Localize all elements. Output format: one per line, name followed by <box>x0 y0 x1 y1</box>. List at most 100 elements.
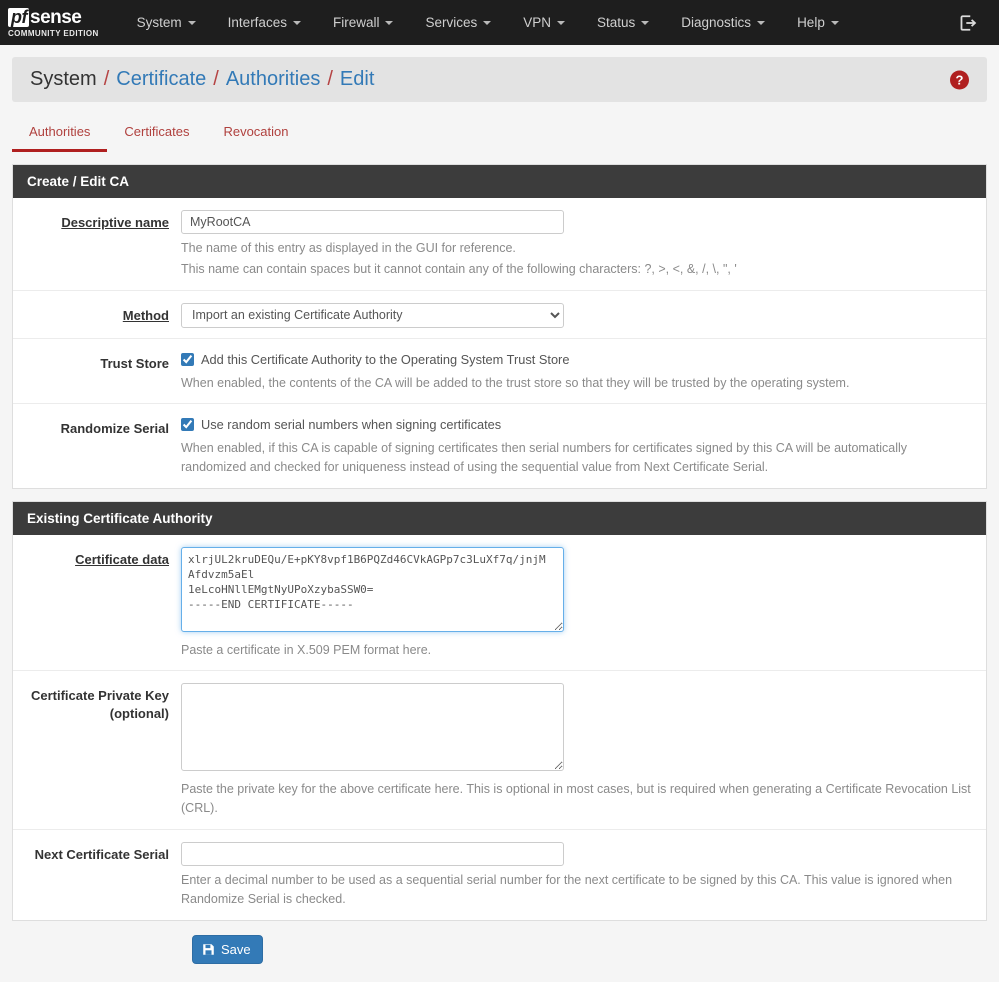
descriptive-name-input[interactable] <box>181 210 564 234</box>
descriptive-name-control: The name of this entry as displayed in t… <box>181 210 986 280</box>
field-row-trust-store: Trust Store Add this Certificate Authori… <box>13 339 986 405</box>
randomize-serial-checkbox-line: Use random serial numbers when signing c… <box>181 416 972 434</box>
field-row-certificate-data: Certificate data xlrjUL2kruDEQu/E+pKY8vp… <box>13 535 986 672</box>
logout-button[interactable] <box>959 0 977 45</box>
panel-create-edit-ca-body: Descriptive name The name of this entry … <box>13 198 986 488</box>
method-control: Import an existing Certificate Authority… <box>181 302 986 328</box>
nav-item-firewall-label: Firewall <box>332 15 380 30</box>
nav-item-diagnostics-label: Diagnostics <box>681 15 752 30</box>
next-serial-input[interactable] <box>181 841 564 866</box>
nav-item-help-label: Help <box>797 15 825 30</box>
certificate-data-label-text: Certificate data <box>75 551 169 567</box>
nav-item-vpn-label: VPN <box>523 15 551 30</box>
method-select[interactable]: Import an existing Certificate Authority… <box>181 302 564 328</box>
breadcrumb-wrapper: System / Certificate / Authorities / Edi… <box>0 45 999 102</box>
nav-item-system-label: System <box>136 15 182 30</box>
nav-item-services-label: Services <box>425 15 478 30</box>
nav-menu: System Interfaces Firewall Services VPN … <box>121 0 855 45</box>
breadcrumb: System / Certificate / Authorities / Edi… <box>12 57 987 102</box>
randomize-serial-control: Use random serial numbers when signing c… <box>181 416 986 478</box>
private-key-textarea[interactable] <box>181 683 564 772</box>
descriptive-name-help-line1: The name of this entry as displayed in t… <box>181 241 516 255</box>
help-icon[interactable]: ? <box>950 70 969 89</box>
save-icon <box>203 943 214 955</box>
private-key-help: Paste the private key for the above cert… <box>181 782 971 816</box>
descriptive-name-label-text: Descriptive name <box>61 215 169 230</box>
panel-create-edit-ca-heading: Create / Edit CA <box>13 165 986 198</box>
field-row-private-key: Certificate Private Key (optional) Paste… <box>13 671 986 830</box>
tab-authorities-label: Authorities <box>29 124 91 139</box>
randomize-serial-label: Randomize Serial <box>60 421 169 437</box>
chevron-down-icon <box>385 20 394 25</box>
nav-item-services[interactable]: Services <box>409 0 507 45</box>
nav-item-help[interactable]: Help <box>781 0 855 45</box>
randomize-serial-checkbox[interactable] <box>181 418 194 432</box>
trust-store-checkbox-label: Add this Certificate Authority to the Op… <box>201 351 570 367</box>
breadcrumb-separator: / <box>213 68 219 90</box>
descriptive-name-help-line2: This name can contain spaces but it cann… <box>181 262 737 277</box>
nav-item-vpn[interactable]: VPN <box>507 0 581 45</box>
nav-item-status[interactable]: Status <box>581 0 665 45</box>
save-button-label: Save <box>221 941 251 957</box>
nav-item-interfaces[interactable]: Interfaces <box>212 0 317 45</box>
randomize-serial-checkbox-label: Use random serial numbers when signing c… <box>201 417 502 433</box>
trust-store-label: Trust Store <box>100 355 169 371</box>
tab-bar: Authorities Certificates Revocation <box>0 116 999 152</box>
panel-create-edit-ca: Create / Edit CA Descriptive name The na… <box>12 164 987 489</box>
chevron-down-icon <box>292 20 301 25</box>
chevron-down-icon <box>483 20 492 25</box>
certificate-data-textarea[interactable]: xlrjUL2kruDEQu/E+pKY8vpf1B6PQZd46CVkAGPp… <box>181 546 564 632</box>
pfsense-logo[interactable]: pf sense COMMUNITY EDITION <box>8 6 99 38</box>
nav-item-status-label: Status <box>597 15 636 30</box>
breadcrumb-link-certificate[interactable]: Certificate <box>116 68 206 91</box>
brand-sense-text: sense <box>30 6 82 28</box>
method-label-text: Method <box>122 307 169 323</box>
chevron-down-icon <box>757 20 766 25</box>
next-serial-help: Enter a decimal number to be used as a s… <box>181 872 953 907</box>
brand-wordmark: pf sense <box>8 6 99 28</box>
method-label: Method <box>13 303 181 328</box>
main-content: Create / Edit CA Descriptive name The na… <box>0 164 999 982</box>
breadcrumb-root: System <box>30 68 97 90</box>
nav-item-system[interactable]: System <box>121 0 212 45</box>
nav-item-diagnostics[interactable]: Diagnostics <box>665 0 781 45</box>
form-actions: Save <box>12 921 987 982</box>
tab-revocation-label: Revocation <box>223 124 289 139</box>
private-key-label-line2: (optional) <box>109 705 169 721</box>
private-key-label: Certificate Private Key (optional) <box>13 683 181 819</box>
tab-certificates-label: Certificates <box>124 124 190 139</box>
tab-revocation[interactable]: Revocation <box>206 116 305 152</box>
field-row-next-serial: Next Certificate Serial Enter a decimal … <box>13 830 986 920</box>
certificate-data-help: Paste a certificate in X.509 PEM format … <box>181 642 432 657</box>
private-key-label-line1: Certificate Private Key <box>30 688 169 704</box>
brand-edition-text: COMMUNITY EDITION <box>8 28 99 38</box>
nav-item-firewall[interactable]: Firewall <box>317 0 410 45</box>
field-row-method: Method Import an existing Certificate Au… <box>13 291 986 339</box>
chevron-down-icon <box>557 20 565 25</box>
chevron-down-icon <box>641 20 650 25</box>
private-key-control: Paste the private key for the above cert… <box>181 683 986 819</box>
randomize-serial-help: When enabled, if this CA is capable of s… <box>181 440 908 475</box>
breadcrumb-separator: / <box>103 68 110 90</box>
next-serial-label: Next Certificate Serial <box>34 846 169 862</box>
panel-existing-ca-heading: Existing Certificate Authority <box>13 501 986 535</box>
panel-existing-ca-body: Certificate data xlrjUL2kruDEQu/E+pKY8vp… <box>13 535 986 920</box>
trust-store-checkbox[interactable] <box>181 352 194 366</box>
brand-pf-text: pf <box>8 7 29 27</box>
tab-authorities[interactable]: Authorities <box>12 116 108 152</box>
save-button[interactable]: Save <box>192 934 263 964</box>
nav-item-interfaces-label: Interfaces <box>227 15 287 30</box>
top-navbar: pf sense COMMUNITY EDITION System Interfa… <box>0 0 999 45</box>
field-row-descriptive-name: Descriptive name The name of this entry … <box>13 198 986 291</box>
breadcrumb-link-authorities[interactable]: Authorities <box>226 68 321 91</box>
tab-certificates[interactable]: Certificates <box>107 116 206 152</box>
logout-icon <box>960 14 977 31</box>
breadcrumb-link-edit[interactable]: Edit <box>340 68 374 91</box>
chevron-down-icon <box>830 20 839 25</box>
descriptive-name-label: Descriptive name <box>13 210 181 280</box>
trust-store-control: Add this Certificate Authority to the Op… <box>181 351 986 393</box>
field-row-randomize-serial: Randomize Serial Use random serial numbe… <box>13 404 986 488</box>
breadcrumb-separator: / <box>327 68 333 90</box>
certificate-data-control: xlrjUL2kruDEQu/E+pKY8vpf1B6PQZd46CVkAGPp… <box>181 546 986 660</box>
chevron-down-icon <box>187 20 196 25</box>
